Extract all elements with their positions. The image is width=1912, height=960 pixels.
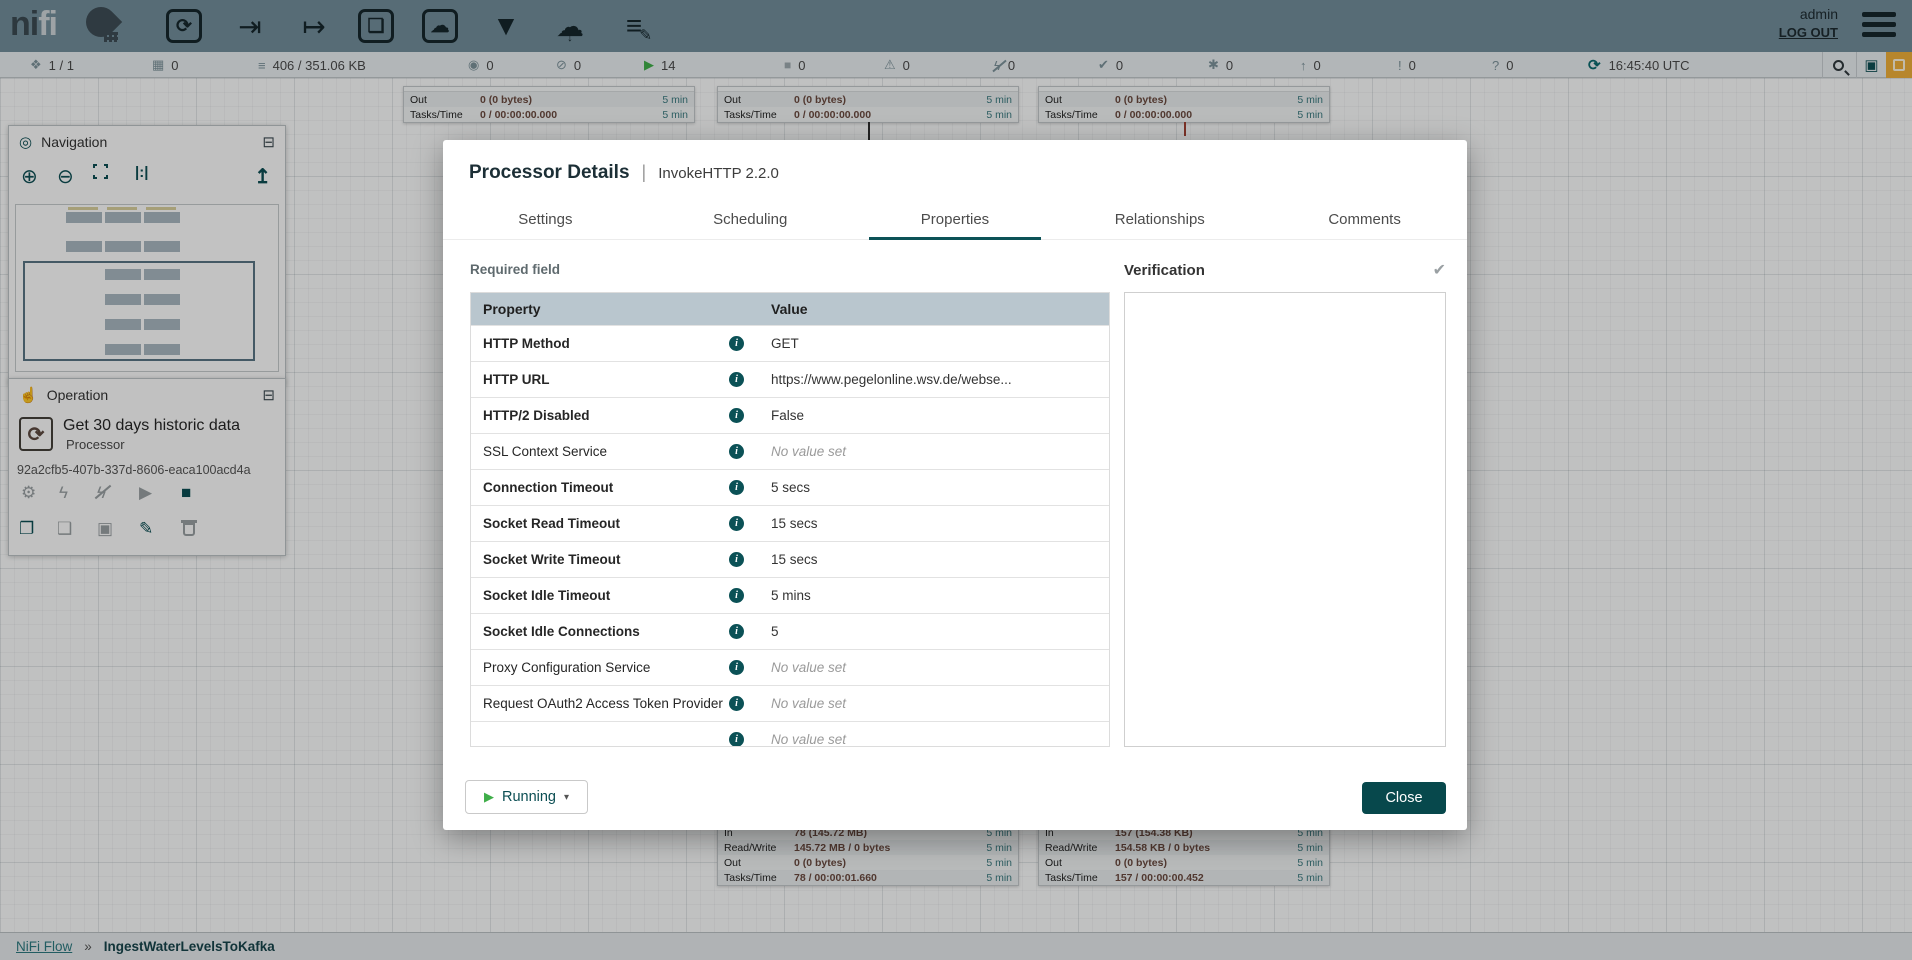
info-icon[interactable]: i bbox=[729, 408, 744, 423]
info-icon[interactable]: i bbox=[729, 732, 744, 747]
property-row: Socket Read Timeouti15 secs bbox=[471, 505, 1109, 541]
info-icon[interactable]: i bbox=[729, 624, 744, 639]
info-icon[interactable]: i bbox=[729, 372, 744, 387]
processor-type-version: InvokeHTTP 2.2.0 bbox=[658, 165, 779, 182]
info-icon[interactable]: i bbox=[729, 444, 744, 459]
verify-check-icon[interactable]: ✔ bbox=[1433, 260, 1446, 280]
title-separator: | bbox=[642, 162, 647, 183]
property-row: Socket Write Timeouti15 secs bbox=[471, 541, 1109, 577]
dialog-title: Processor Details bbox=[469, 162, 630, 184]
verification-title: Verification bbox=[1124, 262, 1205, 279]
tab-scheduling[interactable]: Scheduling bbox=[648, 200, 853, 239]
processor-details-dialog: Processor Details | InvokeHTTP 2.2.0 Set… bbox=[443, 140, 1467, 830]
tab-relationships[interactable]: Relationships bbox=[1057, 200, 1262, 239]
nifi-app: nifi ⟳ ⇥ ↦ ❏ ☁ ▼ ☁↓ ≡✎ admin LOG OUT ❖1 … bbox=[0, 0, 1912, 960]
info-icon[interactable]: i bbox=[729, 516, 744, 531]
property-row: SSL Context ServiceiNo value set bbox=[471, 433, 1109, 469]
info-icon[interactable]: i bbox=[729, 588, 744, 603]
tab-comments[interactable]: Comments bbox=[1262, 200, 1467, 239]
info-icon[interactable]: i bbox=[729, 696, 744, 711]
info-icon[interactable]: i bbox=[729, 660, 744, 675]
property-row: Socket Idle Timeouti5 mins bbox=[471, 577, 1109, 613]
property-row: HTTP URLihttps://www.pegelonline.wsv.de/… bbox=[471, 361, 1109, 397]
chevron-down-icon: ▾ bbox=[564, 792, 569, 803]
properties-table-header: Property Value bbox=[471, 293, 1109, 325]
property-row: HTTP MethodiGET bbox=[471, 325, 1109, 361]
close-button[interactable]: Close bbox=[1362, 782, 1446, 814]
property-row: Connection Timeouti5 secs bbox=[471, 469, 1109, 505]
properties-table: Property Value HTTP MethodiGET HTTP URLi… bbox=[470, 292, 1110, 747]
property-row-partial: iNo value set bbox=[471, 721, 1109, 747]
verification-results-panel bbox=[1124, 292, 1446, 747]
property-row: Socket Idle Connectionsi5 bbox=[471, 613, 1109, 649]
property-row: Request OAuth2 Access Token ProvideriNo … bbox=[471, 685, 1109, 721]
property-row: HTTP/2 DisablediFalse bbox=[471, 397, 1109, 433]
required-field-hint: Required field bbox=[470, 262, 560, 277]
tab-settings[interactable]: Settings bbox=[443, 200, 648, 239]
run-state-dropdown[interactable]: ▶ Running ▾ bbox=[465, 780, 588, 814]
info-icon[interactable]: i bbox=[729, 552, 744, 567]
property-row: Proxy Configuration ServiceiNo value set bbox=[471, 649, 1109, 685]
tab-properties[interactable]: Properties bbox=[853, 200, 1058, 239]
running-play-icon: ▶ bbox=[484, 789, 494, 805]
info-icon[interactable]: i bbox=[729, 480, 744, 495]
info-icon[interactable]: i bbox=[729, 336, 744, 351]
dialog-tabs: Settings Scheduling Properties Relations… bbox=[443, 200, 1467, 240]
